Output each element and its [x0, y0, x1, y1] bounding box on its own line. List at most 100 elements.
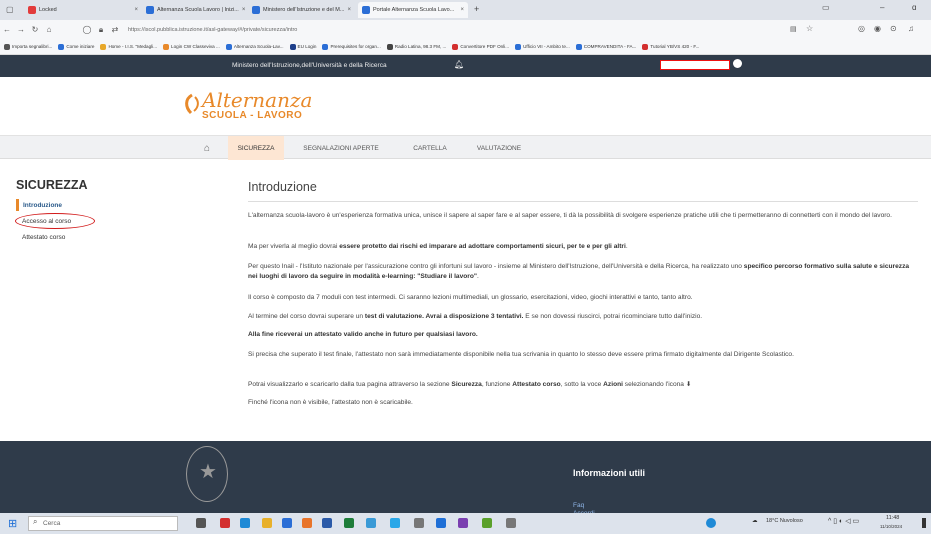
nav-valutazione[interactable]: VALUTAZIONE [464, 136, 534, 160]
shield-icon[interactable]: ◯ [80, 25, 94, 34]
visibility-paragraph: Finché l'icona non è visibile, l'attesta… [248, 399, 413, 406]
bookmark-item[interactable]: EU Login [289, 43, 317, 50]
bookmark-label: Radio Latina, 98.3 FM, ... [394, 44, 447, 49]
red-highlight-circle [15, 213, 95, 229]
browser-tab-locked[interactable]: Locked × [24, 2, 142, 18]
sidebar-title: SICUREZZA [16, 178, 88, 192]
browser-tab-portale[interactable]: Portale Alternanza Scuola Lavo... × [358, 2, 468, 18]
bookmark-item[interactable]: Ufficio VII - Ambito te... [515, 43, 570, 50]
bookmark-icon [642, 43, 649, 50]
ministry-name: Ministero dell'Istruzione,dell'Universit… [232, 62, 387, 69]
nav-sicurezza[interactable]: SICUREZZA [228, 136, 284, 160]
app-icon[interactable] [482, 518, 492, 528]
excel-icon[interactable] [344, 518, 354, 528]
minimize-icon[interactable]: – [880, 3, 884, 12]
bookmark-icon [386, 43, 393, 50]
bookmark-label: Alternanza Scuola-Lav... [233, 44, 284, 49]
logo-subtitle: SCUOLA - LAVORO [202, 110, 303, 121]
word-icon[interactable] [322, 518, 332, 528]
bookmark-label: Ufficio VII - Ambito te... [523, 44, 570, 49]
notification-icon[interactable] [922, 518, 926, 528]
windows-start-icon[interactable]: ⊞ [8, 517, 17, 530]
firefox-icon[interactable] [302, 518, 312, 528]
user-avatar-icon[interactable] [733, 59, 742, 68]
bookmark-item[interactable]: Home - I.I.S. "Medagli... [100, 43, 157, 50]
bookmark-item[interactable]: Tutorial YB/VS 420 - F... [642, 43, 700, 50]
bell-icon[interactable]: 🔔︎ [454, 60, 464, 69]
extensions-icon[interactable]: ⊙ [890, 24, 897, 33]
app-icon[interactable] [506, 518, 516, 528]
menu-icon[interactable]: ♫ [908, 24, 914, 33]
tab-list-icon[interactable]: ▢ [6, 5, 14, 14]
store-icon[interactable] [282, 518, 292, 528]
bookmark-icon [515, 43, 522, 50]
clock-date: 11/10/2024 [880, 524, 903, 529]
nav-cartella[interactable]: CARTELLA [404, 136, 456, 160]
taskbar-search-input[interactable]: Cerca [28, 516, 178, 531]
bookmark-item[interactable]: Convertitore PDF Onli... [452, 43, 509, 50]
home-nav-icon[interactable]: ⌂ [196, 136, 218, 160]
logo-swirl-icon [185, 93, 199, 115]
lock-icon[interactable]: 🔒︎ [94, 25, 108, 35]
edge-icon[interactable] [240, 518, 250, 528]
bookmark-icon [58, 43, 65, 50]
new-tab-button[interactable]: + [474, 4, 479, 14]
reader-view-icon[interactable]: ▤ [790, 25, 797, 33]
bookmark-label: EU Login [297, 44, 317, 49]
main-nav: ⌂ SICUREZZA SEGNALAZIONI APERTE CARTELLA… [0, 135, 931, 160]
tab-favicon-icon [28, 6, 36, 14]
logo-title: Alternanza [202, 88, 313, 112]
app-icon[interactable] [706, 518, 716, 528]
close-icon[interactable]: × [347, 7, 351, 13]
close-icon[interactable]: × [242, 7, 246, 13]
pdf-app-icon[interactable] [220, 518, 230, 528]
footer-link-faq[interactable]: Faq [573, 502, 584, 509]
bookmark-item[interactable]: Login CW Classeviva ... [163, 43, 220, 50]
task-view-icon[interactable] [196, 518, 206, 528]
nav-segnalazioni[interactable]: SEGNALAZIONI APERTE [292, 136, 390, 160]
bookmark-label: Importa segnalibri... [12, 44, 53, 49]
back-arrow-icon[interactable]: ← [0, 25, 14, 34]
sidebar-item-introduzione[interactable]: Introduzione [16, 199, 226, 211]
browser-tab-alternanza[interactable]: Alternanza Scuola Lavoro | Inizi... × [142, 2, 246, 18]
tab-label: Ministero dell'Istruzione e del M... [263, 7, 345, 13]
bookmark-item[interactable]: COMPRAVENDITA - FA... [575, 43, 636, 50]
bookmark-star-icon[interactable]: ☆ [806, 24, 813, 33]
bookmark-item[interactable]: Come iniziare [58, 43, 94, 50]
close-icon[interactable]: × [460, 7, 464, 13]
divider [248, 201, 918, 202]
tray-icons[interactable]: ^ ▯ ◐ ◁ ▭ [828, 517, 859, 525]
page-title: Introduzione [248, 180, 317, 194]
browser-tab-ministero[interactable]: Ministero dell'Istruzione e del M... × [248, 2, 354, 18]
app-icon[interactable] [436, 518, 446, 528]
screen: ▢ Locked × Alternanza Scuola Lavoro | In… [0, 0, 931, 534]
bookmark-item[interactable]: Prerequisites for organ... [322, 43, 381, 50]
bookmark-item[interactable]: Importa segnalibri... [4, 43, 53, 50]
app-icon[interactable] [366, 518, 376, 528]
emblem-star-icon: ★ [199, 461, 217, 483]
bookmark-icon [100, 43, 107, 50]
bookmark-label: Login CW Classeviva ... [171, 44, 220, 49]
app-icon[interactable] [458, 518, 468, 528]
forward-arrow-icon[interactable]: → [14, 25, 28, 34]
file-explorer-icon[interactable] [262, 518, 272, 528]
address-bar-row: ← → ↻ ⌂ ◯ 🔒︎ ⇄ https://iscol.pubblica.is… [0, 20, 931, 39]
reload-icon[interactable]: ↻ [28, 25, 42, 34]
close-icon[interactable]: × [134, 7, 138, 13]
tab-overview-icon[interactable]: ▭ [822, 3, 830, 12]
tab-favicon-icon [252, 6, 260, 14]
intro-paragraph: L'alternanza scuola-lavoro è un'esperien… [248, 212, 892, 219]
tab-label: Locked [39, 7, 57, 13]
account-icon[interactable]: ◉ [874, 24, 881, 33]
bookmark-item[interactable]: Radio Latina, 98.3 FM, ... [386, 43, 447, 50]
url-input[interactable]: https://iscol.pubblica.istruzione.it/asl… [128, 27, 297, 33]
bookmark-item[interactable]: Alternanza Scuola-Lav... [225, 43, 284, 50]
pocket-icon[interactable]: ◎ [858, 24, 865, 33]
home-icon[interactable]: ⌂ [42, 25, 56, 34]
app-icon[interactable] [414, 518, 424, 528]
sidebar-item-attestato[interactable]: Attestato corso [16, 231, 226, 243]
window-close-icon[interactable]: ɑ [912, 3, 916, 12]
permissions-icon[interactable]: ⇄ [108, 25, 122, 34]
mail-icon[interactable] [390, 518, 400, 528]
bookmark-label: Tutorial YB/VS 420 - F... [650, 44, 700, 49]
